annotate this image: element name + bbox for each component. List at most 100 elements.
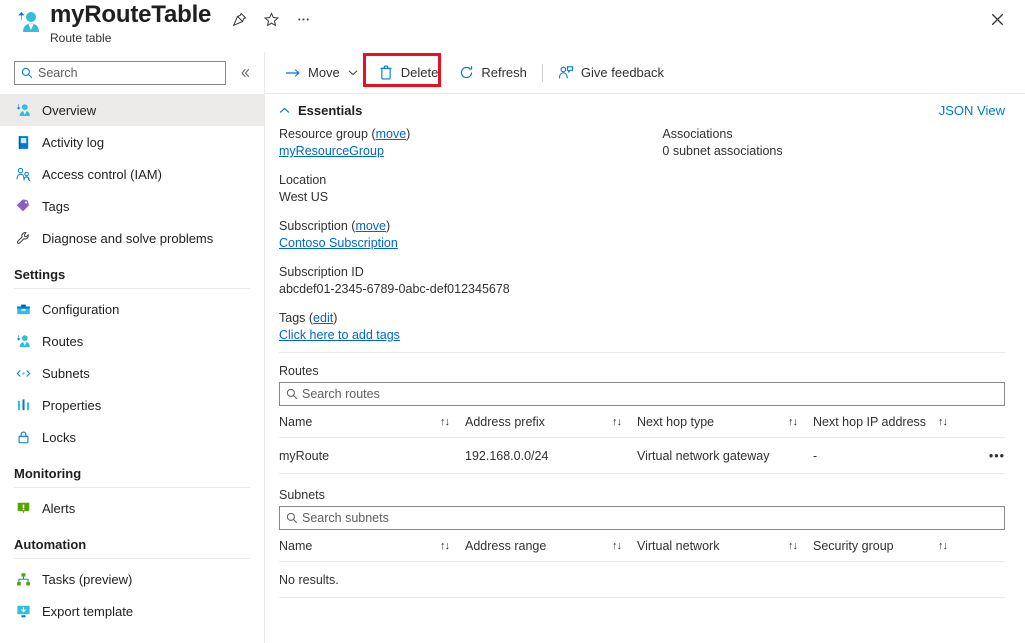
sidebar-item-configuration[interactable]: Configuration: [0, 293, 264, 325]
essentials-key: Location: [279, 172, 662, 189]
routes-icon: [14, 332, 33, 351]
essentials-key: Subscription (move): [279, 218, 662, 235]
subnets-empty-row: No results.: [279, 562, 1005, 598]
subnets-no-results: No results.: [279, 562, 1005, 598]
more-ellipsis-icon[interactable]: [290, 6, 316, 32]
sidebar-group-automation: Tasks (preview) Export template: [0, 563, 264, 627]
sidebar-item-label: Export template: [42, 604, 133, 619]
move-button[interactable]: Move: [279, 59, 364, 87]
column-label: Name: [279, 539, 312, 553]
sidebar-item-subnets[interactable]: Subnets: [0, 357, 264, 389]
routes-search-wrapper[interactable]: [279, 382, 1005, 406]
essentials-toggle[interactable]: Essentials: [279, 103, 362, 118]
subnets-table: Name ↑↓ Address range ↑↓: [279, 530, 1005, 598]
search-icon: [286, 388, 298, 400]
subnets-search-input[interactable]: [302, 511, 954, 525]
sidebar-group-main: Overview Activity log: [0, 94, 264, 254]
subnets-icon: [14, 364, 33, 383]
pin-icon[interactable]: [226, 6, 252, 32]
give-feedback-button[interactable]: Give feedback: [552, 59, 670, 87]
chevron-double-left-icon[interactable]: [236, 63, 254, 83]
move-resource-group-link[interactable]: move: [376, 127, 407, 141]
sort-updown-icon[interactable]: ↑↓: [612, 416, 621, 428]
row-more-ellipsis-icon[interactable]: •••: [963, 438, 1005, 474]
refresh-button[interactable]: Refresh: [452, 59, 533, 87]
main-content: Move Delete: [265, 52, 1025, 643]
search-icon: [21, 67, 33, 79]
essentials-associations: Associations 0 subnet associations: [662, 126, 1011, 160]
sort-updown-icon[interactable]: ↑↓: [938, 416, 947, 428]
sort-updown-icon[interactable]: ↑↓: [788, 540, 797, 552]
routes-section-title: Routes: [279, 364, 1005, 378]
route-next-hop-type-cell: Virtual network gateway: [637, 438, 813, 474]
sidebar-item-alerts[interactable]: Alerts: [0, 492, 264, 524]
chevron-down-icon: [348, 69, 358, 76]
routes-search-input[interactable]: [302, 387, 954, 401]
favorite-star-icon[interactable]: [258, 6, 284, 32]
command-toolbar: Move Delete: [265, 52, 1025, 94]
essentials-location: Location West US: [279, 172, 662, 206]
sidebar-item-access-control[interactable]: Access control (IAM): [0, 158, 264, 190]
sort-updown-icon[interactable]: ↑↓: [938, 540, 947, 552]
sidebar-item-locks[interactable]: Locks: [0, 421, 264, 453]
sort-updown-icon[interactable]: ↑↓: [788, 416, 797, 428]
search-input[interactable]: [38, 66, 198, 80]
column-label: Virtual network: [637, 539, 719, 553]
subscription-link[interactable]: Contoso Subscription: [279, 236, 398, 250]
sidebar-item-activity-log[interactable]: Activity log: [0, 126, 264, 158]
close-icon[interactable]: [983, 5, 1011, 33]
essentials-key: Associations: [662, 126, 1011, 143]
activity-log-icon: [14, 133, 33, 152]
essentials-value: Click here to add tags: [279, 327, 662, 344]
search-icon: [286, 512, 298, 524]
sidebar-item-routes[interactable]: Routes: [0, 325, 264, 357]
essentials-bar: Essentials JSON View: [265, 94, 1025, 124]
sidebar-item-properties[interactable]: Properties: [0, 389, 264, 421]
routes-table-header-row: Name ↑↓ Address prefix ↑↓: [279, 406, 1005, 438]
trash-icon: [378, 65, 394, 81]
column-label: Name: [279, 415, 312, 429]
sidebar-item-diagnose[interactable]: Diagnose and solve problems: [0, 222, 264, 254]
json-view-link[interactable]: JSON View: [939, 103, 1005, 118]
sidebar-item-label: Properties: [42, 398, 101, 413]
essentials-value: abcdef01-2345-6789-0abc-def012345678: [279, 281, 662, 298]
sidebar-item-export-template[interactable]: Export template: [0, 595, 264, 627]
sort-updown-icon[interactable]: ↑↓: [612, 540, 621, 552]
sidebar-section-automation: Automation: [0, 524, 264, 555]
essentials-key: Resource group (move): [279, 126, 662, 143]
essentials-key: Subscription ID: [279, 264, 662, 281]
sidebar-divider: [14, 558, 250, 559]
sidebar-group-settings: Configuration Routes: [0, 293, 264, 453]
move-subscription-link[interactable]: move: [355, 219, 386, 233]
lock-icon: [14, 428, 33, 447]
subnets-search-wrapper[interactable]: [279, 506, 1005, 530]
add-tags-link[interactable]: Click here to add tags: [279, 328, 400, 342]
sidebar-item-tags[interactable]: Tags: [0, 190, 264, 222]
essentials-value: Contoso Subscription: [279, 235, 662, 252]
essentials-value: myResourceGroup: [279, 143, 662, 160]
resource-group-link[interactable]: myResourceGroup: [279, 144, 384, 158]
column-label: Address prefix: [465, 415, 545, 429]
configuration-icon: [14, 300, 33, 319]
sort-updown-icon[interactable]: ↑↓: [440, 540, 449, 552]
essentials-subscription: Subscription (move) Contoso Subscription: [279, 218, 662, 252]
edit-tags-link[interactable]: edit: [313, 311, 333, 325]
routes-table: Name ↑↓ Address prefix ↑↓: [279, 406, 1005, 474]
page-title: myRouteTable: [50, 0, 211, 30]
sidebar-item-tasks[interactable]: Tasks (preview): [0, 563, 264, 595]
routes-col-address-prefix: Address prefix ↑↓: [465, 406, 637, 438]
essentials-subscription-id: Subscription ID abcdef01-2345-6789-0abc-…: [279, 264, 662, 298]
sidebar-divider: [14, 288, 250, 289]
route-name-cell: myRoute: [279, 438, 465, 474]
sort-updown-icon[interactable]: ↑↓: [440, 416, 449, 428]
route-table-icon: [14, 101, 33, 120]
sidebar-item-label: Tags: [42, 199, 69, 214]
wrench-icon: [14, 229, 33, 248]
sidebar-item-overview[interactable]: Overview: [0, 94, 264, 126]
sidebar-item-label: Tasks (preview): [42, 572, 132, 587]
delete-label: Delete: [401, 65, 439, 80]
delete-button[interactable]: Delete: [372, 59, 445, 87]
essentials-value: West US: [279, 189, 662, 206]
search-input-wrapper[interactable]: [14, 61, 226, 85]
table-row[interactable]: myRoute 192.168.0.0/24 Virtual network g…: [279, 438, 1005, 474]
